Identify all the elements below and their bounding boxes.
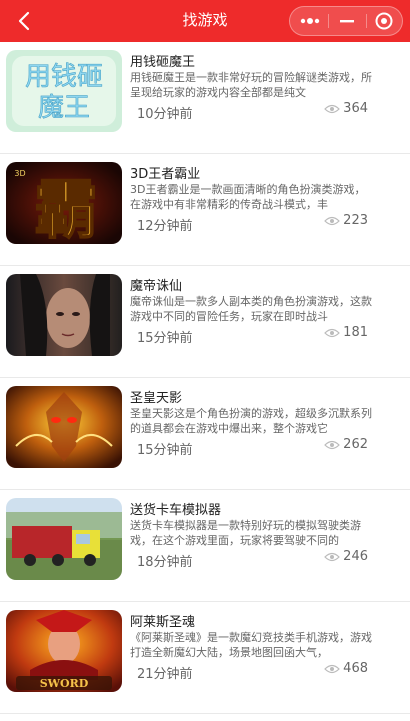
eye-icon	[324, 328, 341, 337]
view-count-value: 181	[343, 325, 368, 340]
mini-program-capsule	[289, 6, 403, 36]
view-count: 262	[324, 437, 368, 452]
game-thumbnail: 霸 3D	[6, 162, 122, 244]
view-count: 223	[324, 213, 368, 228]
game-title: 3D王者霸业	[130, 167, 201, 182]
thumb-text: 3D	[14, 169, 25, 178]
view-count: 364	[324, 101, 368, 116]
eye-icon	[324, 104, 341, 113]
nav-bar: 找游戏	[0, 0, 410, 42]
game-list-item[interactable]: 圣皇天影 圣皇天影这是个角色扮演的游戏，超级多沉默系列的道具都会在游戏中爆出来，…	[0, 378, 410, 490]
view-count-value: 364	[343, 101, 368, 116]
eye-icon	[324, 552, 341, 561]
view-count-value: 468	[343, 661, 368, 676]
game-thumbnail	[6, 386, 122, 468]
view-count-value: 223	[343, 213, 368, 228]
view-count: 181	[324, 325, 368, 340]
game-description: 圣皇天影这是个角色扮演的游戏，超级多沉默系列的道具都会在游戏中爆出来，整个游戏它	[130, 407, 372, 435]
thumb-text: 魔王	[38, 93, 90, 123]
game-description: 送货卡车模拟器是一款特别好玩的模拟驾驶类游戏，在这个游戏里面，玩家将要驾驶不同的	[130, 519, 361, 547]
game-title: 魔帝诛仙	[130, 279, 183, 294]
view-count: 468	[324, 661, 368, 676]
game-title: 送货卡车模拟器	[130, 503, 222, 518]
thumb-text: SWORD	[40, 677, 89, 690]
eye-icon	[324, 440, 341, 449]
view-count-value: 262	[343, 437, 368, 452]
game-list-item[interactable]: 送货卡车模拟器 送货卡车模拟器是一款特别好玩的模拟驾驶类游戏，在这个游戏里面，玩…	[0, 490, 410, 602]
game-title: 圣皇天影	[130, 391, 183, 406]
thumb-text: 霸	[34, 173, 98, 244]
view-count-value: 246	[343, 549, 368, 564]
game-list-item[interactable]: SWORD 阿莱斯圣魂 《阿莱斯圣魂》是一款魔幻竞技类手机游戏，游戏打造全新魔幻…	[0, 602, 410, 714]
minimize-icon[interactable]	[328, 7, 366, 35]
game-description: 3D王者霸业是一款画面清晰的角色扮演类游戏，在游戏中有非常精彩的传奇战斗模式，丰	[130, 183, 366, 211]
post-time: 15分钟前	[137, 443, 193, 458]
thumb-text: 用钱砸	[25, 62, 103, 92]
game-title: 用钱砸魔王	[130, 55, 196, 70]
eye-icon	[324, 216, 341, 225]
eye-icon	[324, 664, 341, 673]
game-list-item[interactable]: 魔帝诛仙 魔帝诛仙是一款多人副本类的角色扮演游戏，这款游戏中不同的冒险任务，玩家…	[0, 266, 410, 378]
post-time: 12分钟前	[137, 219, 193, 234]
game-thumbnail	[6, 274, 122, 356]
game-list-item[interactable]: 霸 3D 3D王者霸业 3D王者霸业是一款画面清晰的角色扮演类游戏，在游戏中有非…	[0, 154, 410, 266]
game-list-item[interactable]: 用钱砸 魔王 用钱砸魔王 用钱砸魔王是一款非常好玩的冒险解谜类游戏，所呈现给玩家…	[0, 42, 410, 154]
game-description: 用钱砸魔王是一款非常好玩的冒险解谜类游戏，所呈现给玩家的游戏内容全部都是纯文	[130, 71, 372, 99]
close-circle-icon[interactable]	[366, 7, 404, 35]
game-list: 用钱砸 魔王 用钱砸魔王 用钱砸魔王是一款非常好玩的冒险解谜类游戏，所呈现给玩家…	[0, 42, 410, 714]
post-time: 21分钟前	[137, 667, 193, 682]
game-description: 《阿莱斯圣魂》是一款魔幻竞技类手机游戏，游戏打造全新魔幻大陆，场景地图回函大气，	[130, 631, 372, 659]
post-time: 15分钟前	[137, 331, 193, 346]
game-description: 魔帝诛仙是一款多人副本类的角色扮演游戏，这款游戏中不同的冒险任务，玩家在即时战斗	[130, 295, 372, 323]
game-thumbnail: 用钱砸 魔王	[6, 50, 122, 132]
more-dots-icon[interactable]	[290, 7, 328, 35]
view-count: 246	[324, 549, 368, 564]
post-time: 10分钟前	[137, 107, 193, 122]
game-thumbnail: SWORD	[6, 610, 122, 692]
game-thumbnail	[6, 498, 122, 580]
post-time: 18分钟前	[137, 555, 193, 570]
game-title: 阿莱斯圣魂	[130, 615, 196, 630]
